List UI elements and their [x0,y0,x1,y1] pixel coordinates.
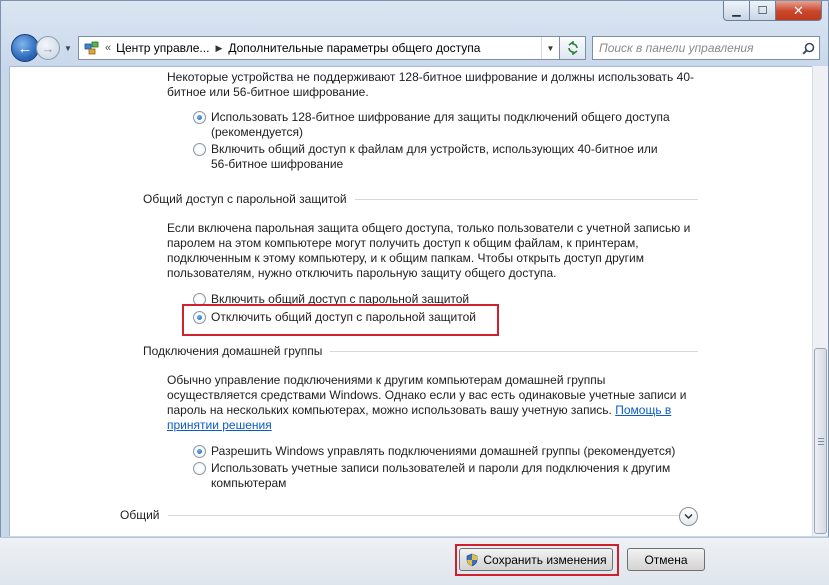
navigation-bar: ← → ▼ « Центр управле... ▶ Дополнительны… [11,33,820,63]
breadcrumb-control-center[interactable]: Центр управле... [116,41,209,55]
minimize-icon: ▁ [732,5,741,17]
refresh-button[interactable] [560,36,586,60]
arrow-left-icon: ← [17,39,33,57]
expand-general-button[interactable] [679,507,698,526]
search-icon[interactable] [797,42,819,55]
recent-pages-button[interactable]: ▼ [62,44,74,53]
section-heading-general: Общий [120,507,680,523]
radio-button-checked[interactable] [193,445,206,458]
radio-128bit-encryption[interactable]: Использовать 128-битное шифрование для з… [193,110,670,140]
maximize-button[interactable]: ☐ [750,1,776,21]
vertical-scrollbar[interactable] [812,66,828,536]
maximize-icon: ☐ [757,5,768,17]
scrollbar-thumb[interactable] [814,348,827,534]
forward-button[interactable]: → [36,36,60,60]
breadcrumb-advanced-sharing[interactable]: Дополнительные параметры общего доступа [228,41,480,55]
caption-buttons: ▁ ☐ ✕ [723,1,822,21]
search-input[interactable]: Поиск в панели управления [599,41,797,55]
chevron-down-icon: ▼ [546,43,555,53]
radio-button-checked[interactable] [193,111,206,124]
highlight-box-save [455,544,619,576]
radio-button[interactable] [193,143,206,156]
radio-button[interactable] [193,462,206,475]
password-sharing-description: Если включена парольная защита общего до… [167,221,691,280]
help-decide-link[interactable]: Помощь в [615,403,671,417]
highlight-box-disable-option [182,304,499,336]
settings-content: Некоторые устройства не поддерживают 128… [9,66,812,536]
cancel-button[interactable]: Отмена [627,548,705,571]
breadcrumb-separator-icon[interactable]: ▶ [215,43,222,54]
search-box[interactable]: Поиск в панели управления [592,36,820,60]
section-heading-password-sharing: Общий доступ с парольной защитой [143,191,698,207]
radio-use-user-accounts[interactable]: Использовать учетные записи пользователе… [193,461,670,491]
close-button[interactable]: ✕ [776,1,822,21]
address-dropdown-button[interactable]: ▼ [541,37,559,59]
arrow-right-icon: → [41,40,55,56]
section-heading-homegroup: Подключения домашней группы [143,343,698,359]
radio-windows-manage-homegroup[interactable]: Разрешить Windows управлять подключениям… [193,444,675,459]
address-bar[interactable]: « Центр управле... ▶ Дополнительные пара… [78,36,560,60]
minimize-button[interactable]: ▁ [723,1,750,21]
breadcrumb-overflow-icon[interactable]: « [105,42,111,54]
control-panel-icon [83,40,101,56]
refresh-icon [567,41,578,55]
help-decide-link-cont[interactable]: принятии решения [167,418,272,432]
close-icon: ✕ [793,2,804,18]
chevron-down-icon [684,513,693,520]
chevron-down-icon: ▼ [64,43,72,53]
encryption-intro: Некоторые устройства не поддерживают 128… [167,70,694,99]
radio-40-56bit-encryption[interactable]: Включить общий доступ к файлам для устро… [193,142,658,172]
back-button[interactable]: ← [11,34,39,62]
command-bar: Сохранить изменения Отмена [0,537,829,585]
homegroup-description: Обычно управление подключениями к другим… [167,373,687,432]
